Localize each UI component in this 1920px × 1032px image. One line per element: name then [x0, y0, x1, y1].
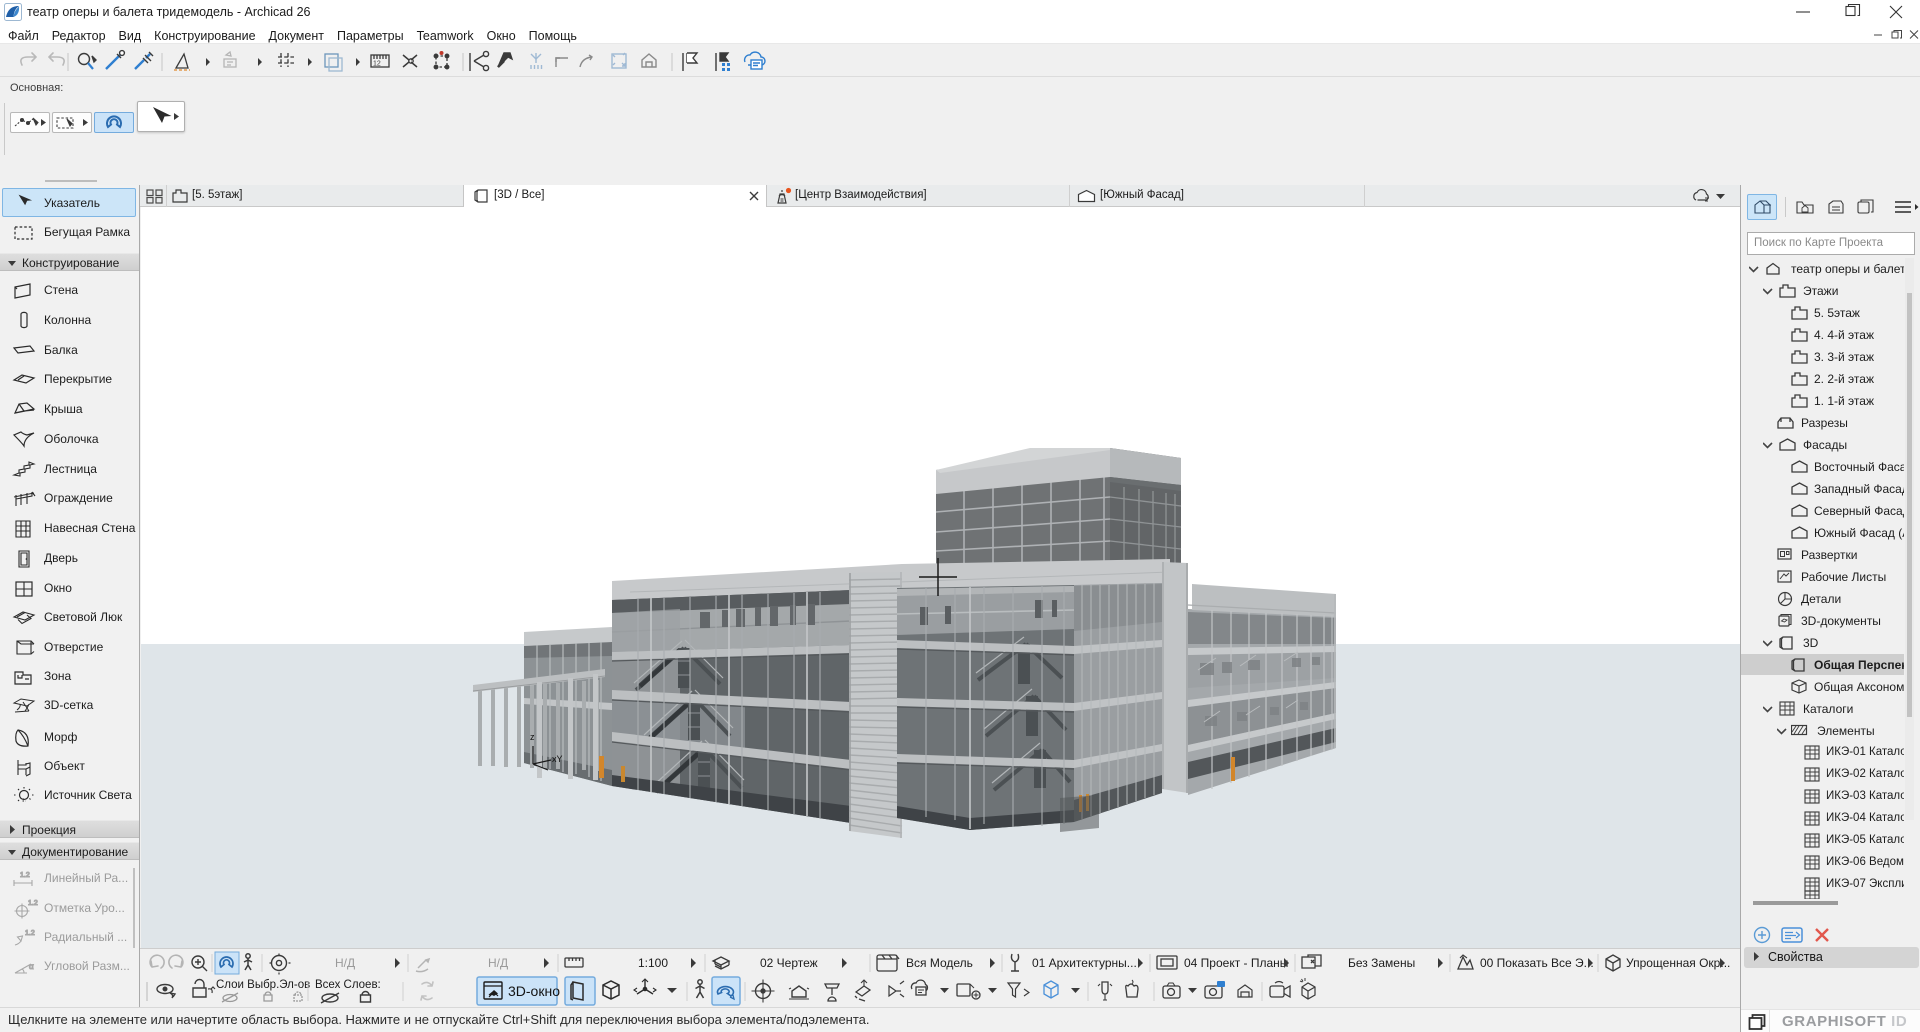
svg-text:3D-окно: 3D-окно	[508, 983, 560, 999]
svg-text:1:100: 1:100	[638, 956, 668, 970]
svg-text:Н/Д: Н/Д	[335, 956, 355, 970]
svg-text:Слои Выбр.Эл-ов: Слои Выбр.Эл-ов	[216, 979, 310, 991]
svg-text:1.2: 1.2	[28, 900, 38, 907]
svg-text:α: α	[29, 962, 34, 971]
svg-text:z: z	[530, 732, 535, 742]
svg-text:xY: xY	[552, 754, 563, 764]
svg-text:Вся Модель: Вся Модель	[906, 956, 973, 970]
svg-text:1.2: 1.2	[25, 930, 35, 937]
svg-text:Без Замены: Без Замены	[1348, 956, 1415, 970]
svg-text:01 Архитектурны...: 01 Архитектурны...	[1032, 956, 1137, 970]
svg-text:Н/Д: Н/Д	[488, 956, 508, 970]
svg-text:12: 12	[373, 61, 381, 68]
svg-text:Упрощенная Окр...: Упрощенная Окр...	[1626, 956, 1730, 970]
svg-text:02 Чертеж: 02 Чертеж	[760, 956, 818, 970]
svg-text:00 Показать Все Э...: 00 Показать Все Э...	[1480, 956, 1594, 970]
svg-text:1.2: 1.2	[20, 872, 30, 879]
svg-text:04 Проект - Планы: 04 Проект - Планы	[1184, 956, 1288, 970]
svg-text:Всех Слоев:: Всех Слоев:	[315, 979, 381, 991]
